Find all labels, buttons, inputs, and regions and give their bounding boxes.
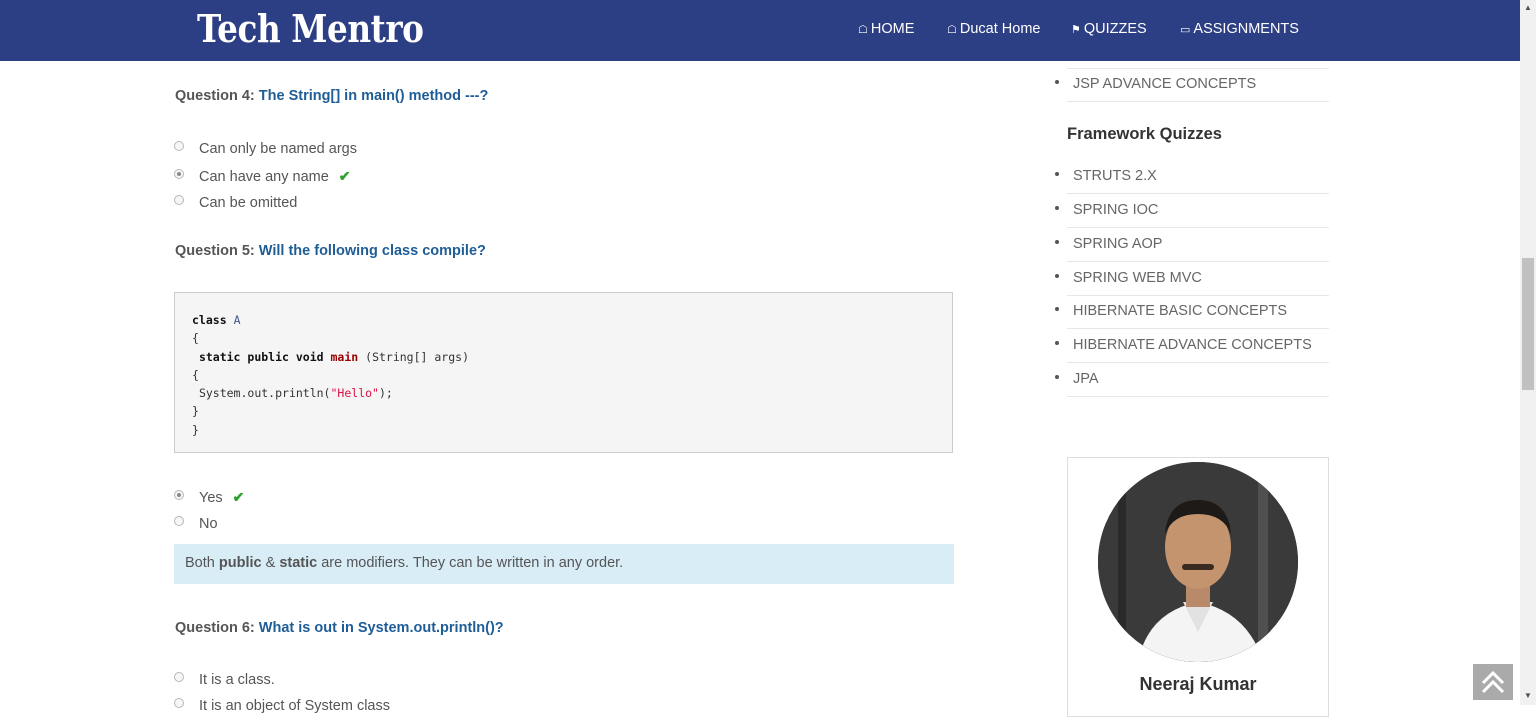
nav-assignments[interactable]: ▭ ASSIGNMENTS xyxy=(1180,21,1299,37)
divider xyxy=(1067,396,1329,397)
home-icon: ☖ xyxy=(858,24,868,36)
divider xyxy=(1067,362,1329,363)
radio-button-selected[interactable] xyxy=(174,490,184,501)
profile-card: Neeraj Kumar xyxy=(1067,457,1329,717)
code-block: class A { static public void main (Strin… xyxy=(174,292,953,453)
brand-logo[interactable]: Tech Mentro xyxy=(197,6,424,51)
radio-button-selected[interactable] xyxy=(174,169,184,180)
nav-quizzes[interactable]: ⚑ QUIZZES xyxy=(1071,21,1147,37)
sidebar-heading-framework: Framework Quizzes xyxy=(1067,125,1222,143)
vertical-scrollbar[interactable]: ▲ ▼ xyxy=(1520,0,1536,705)
check-icon: ✔ xyxy=(338,168,351,184)
top-navbar: Tech Mentro ☖ HOME ☖ Ducat Home ⚑ QUIZZES ▭… xyxy=(0,0,1520,61)
explanation-note: Both public & static are modifiers. They… xyxy=(174,544,954,584)
q4-option-2[interactable]: Can have any name ✔ xyxy=(174,168,351,185)
question-6-title: Question 6: What is out in System.out.pr… xyxy=(175,620,504,636)
back-to-top-button[interactable] xyxy=(1473,664,1513,700)
divider xyxy=(1067,101,1329,102)
radio-button[interactable] xyxy=(174,195,184,206)
person-photo xyxy=(1098,462,1298,662)
question-4-title: Question 4: The String[] in main() metho… xyxy=(175,88,489,104)
divider xyxy=(1067,68,1329,69)
sidebar-item-spring-web-mvc[interactable]: SPRING WEB MVC xyxy=(1055,270,1202,286)
sidebar-item-struts[interactable]: STRUTS 2.X xyxy=(1055,168,1157,184)
divider xyxy=(1067,328,1329,329)
q4-option-1[interactable]: Can only be named args xyxy=(174,141,357,157)
radio-button[interactable] xyxy=(174,698,184,709)
radio-button[interactable] xyxy=(174,141,184,152)
q6-option-2[interactable]: It is an object of System class xyxy=(174,698,390,714)
sidebar-item-jpa[interactable]: JPA xyxy=(1055,371,1099,387)
puzzle-icon: ⚑ xyxy=(1071,24,1081,36)
sidebar-item-hibernate-basic[interactable]: HIBERNATE BASIC CONCEPTS xyxy=(1055,303,1287,319)
sidebar-item-jsp-advance[interactable]: JSP ADVANCE CONCEPTS xyxy=(1055,76,1256,92)
q4-option-3[interactable]: Can be omitted xyxy=(174,195,297,211)
home-icon: ☖ xyxy=(947,24,957,36)
nav-home[interactable]: ☖ HOME xyxy=(858,21,914,37)
q5-option-yes[interactable]: Yes ✔ xyxy=(174,489,244,506)
question-5-title: Question 5: Will the following class com… xyxy=(175,243,486,259)
double-chevron-up-icon xyxy=(1481,670,1505,694)
q5-option-no[interactable]: No xyxy=(174,516,218,532)
divider xyxy=(1067,295,1329,296)
radio-button[interactable] xyxy=(174,516,184,527)
nav-ducat-home[interactable]: ☖ Ducat Home xyxy=(947,21,1040,37)
divider xyxy=(1067,227,1329,228)
sidebar-item-hibernate-advance[interactable]: HIBERNATE ADVANCE CONCEPTS xyxy=(1055,337,1312,353)
check-icon: ✔ xyxy=(232,489,245,505)
scroll-down-arrow-icon[interactable]: ▼ xyxy=(1524,691,1532,700)
laptop-icon: ▭ xyxy=(1180,24,1191,36)
sidebar-item-spring-ioc[interactable]: SPRING IOC xyxy=(1055,202,1158,218)
scroll-thumb[interactable] xyxy=(1522,258,1534,390)
profile-name: Neeraj Kumar xyxy=(1139,674,1257,694)
scroll-up-arrow-icon[interactable]: ▲ xyxy=(1524,3,1532,12)
avatar xyxy=(1098,462,1298,662)
q6-option-1[interactable]: It is a class. xyxy=(174,672,275,688)
sidebar-item-spring-aop[interactable]: SPRING AOP xyxy=(1055,236,1162,252)
divider xyxy=(1067,261,1329,262)
divider xyxy=(1067,193,1329,194)
radio-button[interactable] xyxy=(174,672,184,683)
